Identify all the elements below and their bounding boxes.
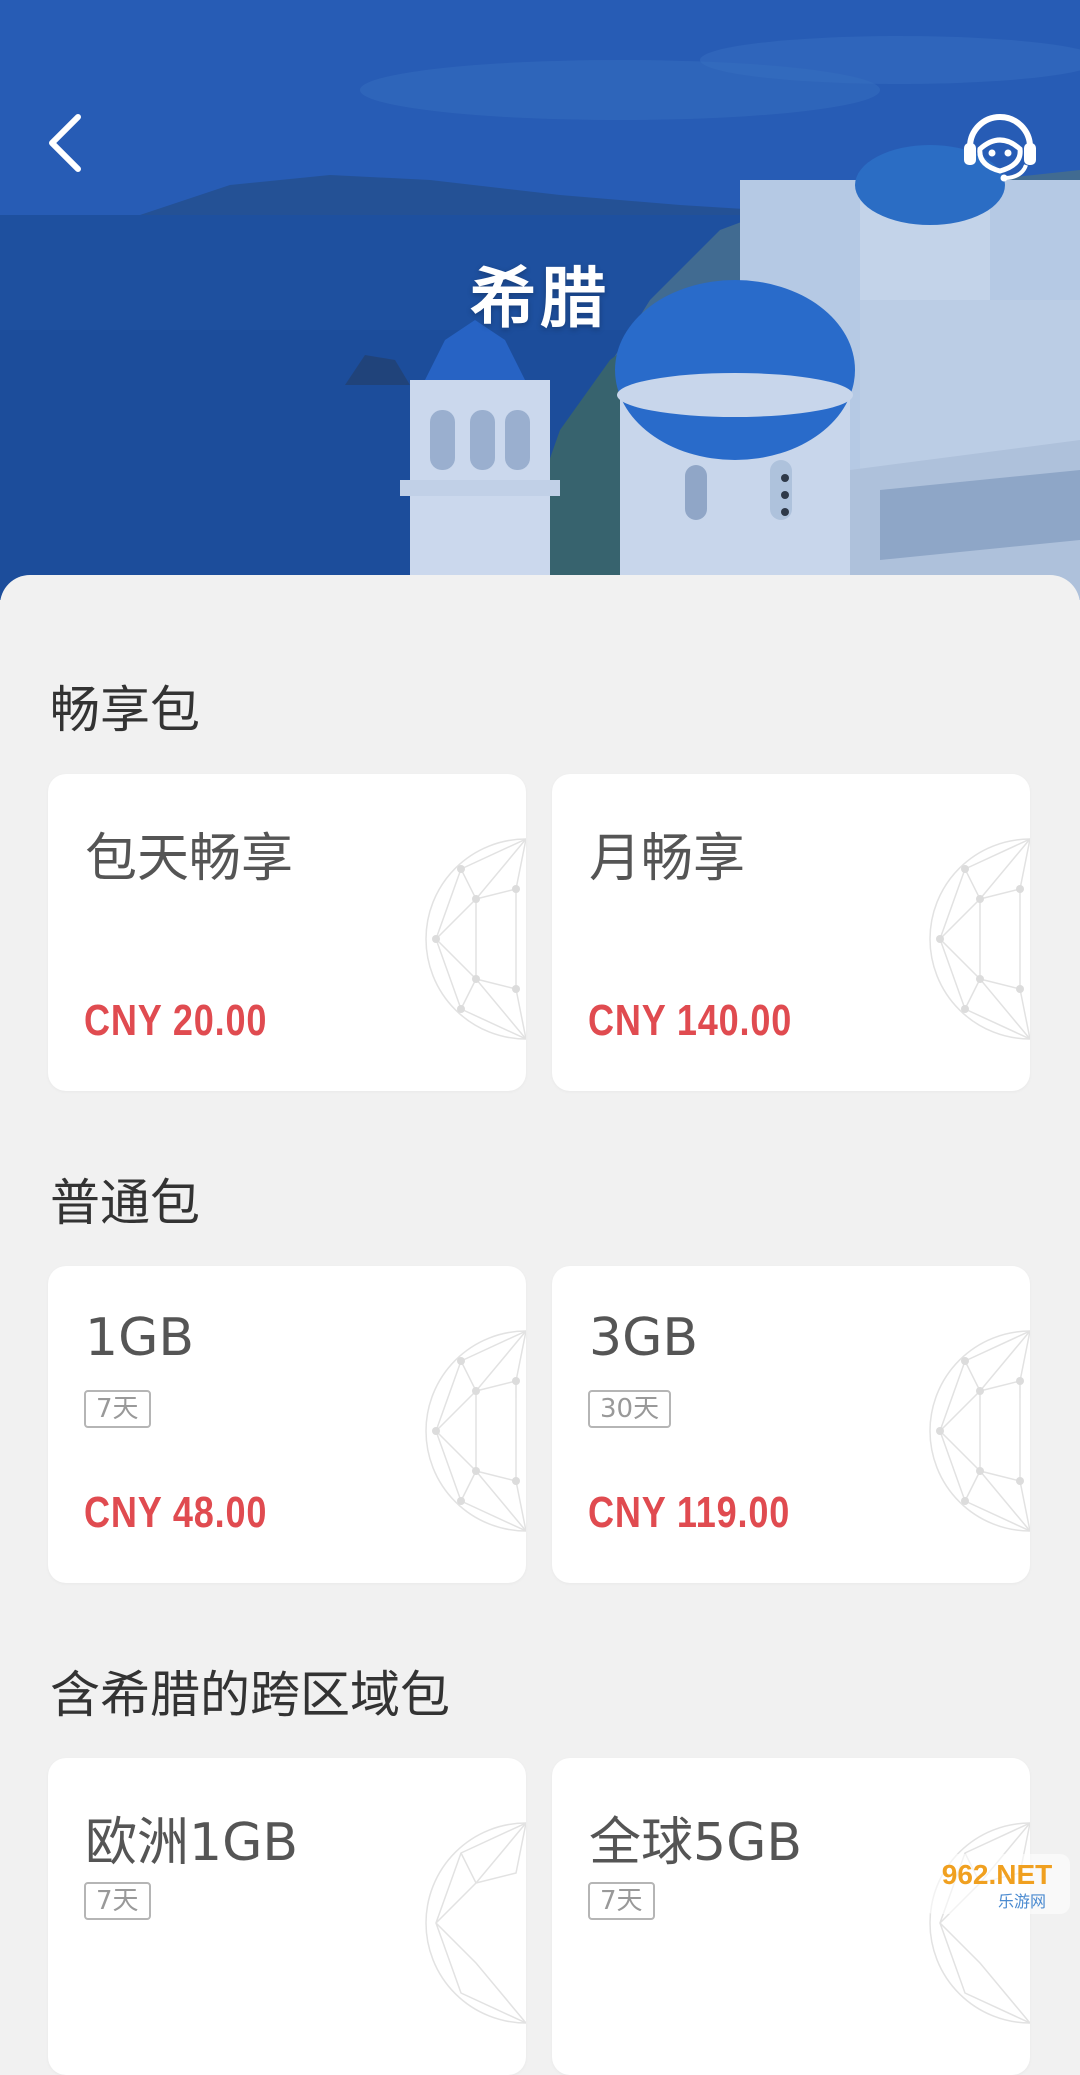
package-card-global-5gb[interactable]: 全球5GB 7天 <box>552 1758 1030 2075</box>
package-name: 欧洲1GB <box>85 1813 299 1873</box>
package-card-monthly-unlimited[interactable]: 月畅享 CNY 140.00 <box>552 774 1030 1091</box>
customer-service-button[interactable] <box>960 105 1040 185</box>
package-price: CNY 48.00 <box>84 1488 268 1537</box>
package-list: 畅享包 包天畅享 CNY 20.00 月畅享 CNY 140.00 普通包 1G… <box>0 575 1080 2075</box>
package-card-1gb[interactable]: 1GB 7天 CNY 48.00 <box>48 1266 526 1583</box>
globe-pattern-icon <box>425 1330 526 1532</box>
duration-badge: 7天 <box>84 1390 151 1428</box>
package-name: 全球5GB <box>589 1813 803 1873</box>
watermark-logo: 962.NET 乐游网 <box>924 1854 1070 1914</box>
page-title: 希腊 <box>470 260 610 337</box>
globe-pattern-icon <box>929 838 1030 1040</box>
duration-badge: 30天 <box>588 1390 672 1428</box>
duration-badge: 7天 <box>588 1882 655 1920</box>
chevron-left-icon <box>49 114 81 172</box>
package-name: 1GB <box>85 1308 195 1368</box>
package-name: 月畅享 <box>589 829 746 889</box>
section-title-regular: 普通包 <box>50 1174 200 1232</box>
hero-banner: 希腊 <box>0 0 1080 600</box>
svg-text:962.NET: 962.NET <box>942 1859 1053 1890</box>
package-name: 3GB <box>589 1308 699 1368</box>
section-title-multi-region: 含希腊的跨区域包 <box>50 1666 450 1724</box>
package-card-daily-unlimited[interactable]: 包天畅享 CNY 20.00 <box>48 774 526 1091</box>
globe-pattern-icon <box>425 1822 526 2024</box>
svg-text:乐游网: 乐游网 <box>998 1892 1046 1911</box>
package-card-3gb[interactable]: 3GB 30天 CNY 119.00 <box>552 1266 1030 1583</box>
duration-badge: 7天 <box>84 1882 151 1920</box>
package-price: CNY 20.00 <box>84 996 268 1045</box>
package-price: CNY 140.00 <box>588 996 793 1045</box>
section-title-unlimited: 畅享包 <box>50 681 200 739</box>
globe-pattern-icon <box>929 1822 1030 2024</box>
globe-pattern-icon <box>425 838 526 1040</box>
back-button[interactable] <box>40 108 90 178</box>
package-price: CNY 119.00 <box>588 1488 791 1537</box>
package-name: 包天畅享 <box>85 829 294 889</box>
package-card-europe-1gb[interactable]: 欧洲1GB 7天 <box>48 1758 526 2075</box>
customer-service-headset-icon <box>964 114 1036 182</box>
globe-pattern-icon <box>929 1330 1030 1532</box>
